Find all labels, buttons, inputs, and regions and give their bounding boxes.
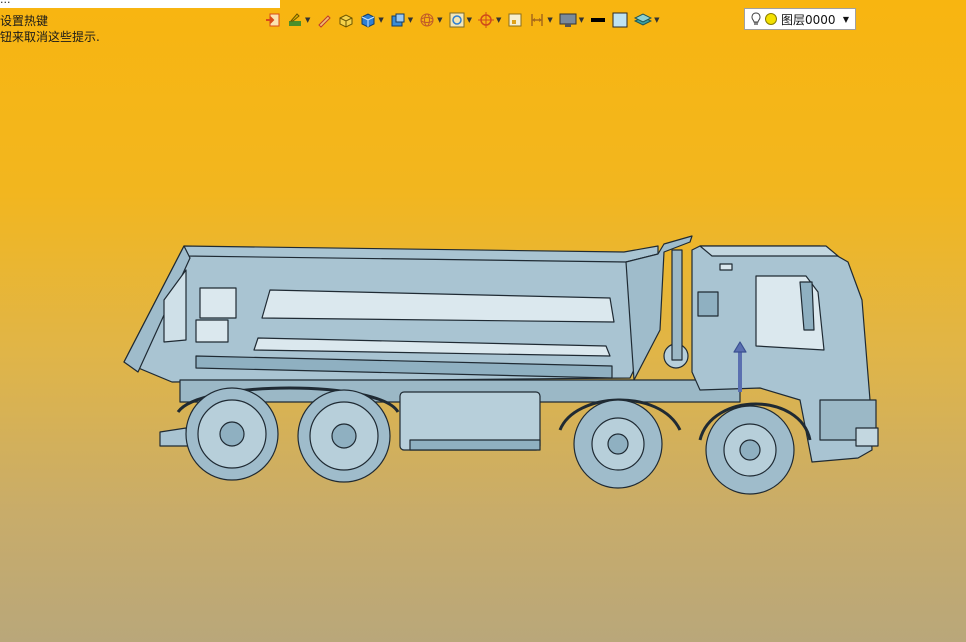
rear-hitch bbox=[159, 427, 189, 447]
step-rail bbox=[409, 439, 541, 451]
exhaust-stack bbox=[671, 249, 683, 361]
truck-3d-model[interactable] bbox=[0, 0, 966, 642]
cab-vent bbox=[697, 291, 719, 317]
body-panel-left-lower bbox=[195, 319, 229, 343]
wheel-front-2 bbox=[705, 405, 795, 495]
headlight bbox=[855, 427, 879, 447]
body-panel-left bbox=[199, 287, 237, 319]
wheel-front-1 bbox=[573, 399, 663, 489]
wheel-rear-2 bbox=[297, 389, 391, 483]
wheel-rear-1 bbox=[185, 387, 279, 481]
cab-handle bbox=[719, 263, 733, 271]
cab-roof bbox=[699, 245, 839, 257]
